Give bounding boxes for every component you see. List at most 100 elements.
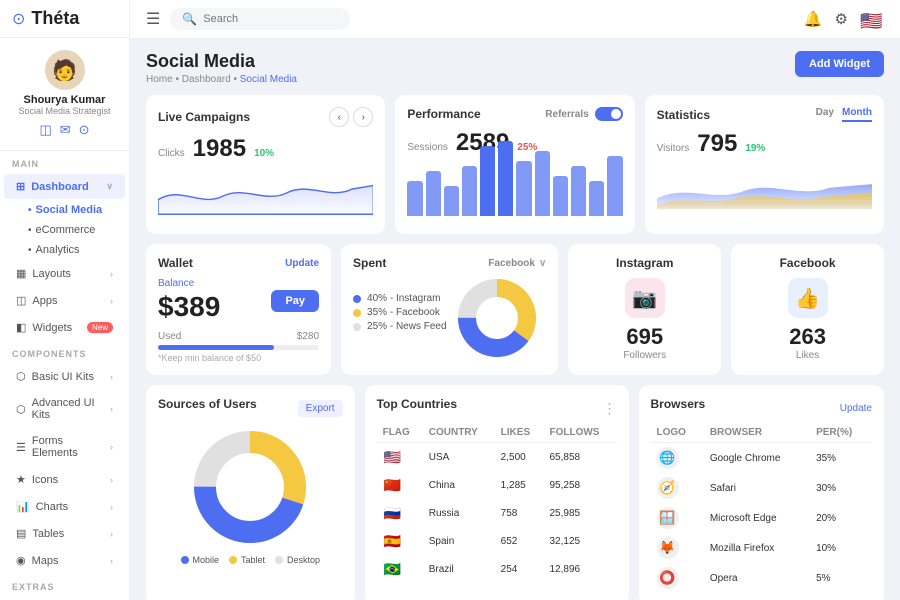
facebook-card: Facebook 👍 263 Likes (731, 244, 884, 375)
bar-0 (407, 181, 422, 216)
bar-1 (426, 171, 441, 216)
widgets-icon: ◧ (16, 321, 26, 334)
browser-pct-cell: 5% (810, 563, 872, 593)
chevron-icon: › (110, 475, 113, 485)
countries-title: Top Countries (377, 397, 457, 411)
browsers-header: Browsers Update (651, 397, 872, 419)
sidebar-item-charts[interactable]: 📊Charts › (4, 494, 125, 519)
sidebar-item-apps[interactable]: ◫Apps › (4, 288, 125, 313)
user-icon-3[interactable]: ⊙ (79, 122, 90, 138)
breadcrumb-current: Social Media (240, 74, 297, 85)
hamburger-icon[interactable]: ☰ (146, 9, 160, 29)
breadcrumb-dashboard[interactable]: Dashboard (182, 74, 231, 85)
bar-3 (462, 166, 477, 216)
adv-ui-icon: ⬡ (16, 403, 26, 416)
bell-icon[interactable]: 🔔 (804, 10, 823, 28)
sidebar-item-tables[interactable]: ▤Tables › (4, 521, 125, 546)
balance-label: Balance (158, 278, 220, 289)
more-options-icon[interactable]: ⋮ (603, 400, 617, 417)
bar-8 (553, 176, 568, 216)
sidebar-item-basic-ui[interactable]: ⬡Basic UI Kits › (4, 364, 125, 389)
sidebar-item-dashboard[interactable]: ⊞Dashboard ∨ (4, 174, 125, 199)
sources-card: Sources of Users Export Mobile (146, 385, 355, 600)
browser-logo-cell: 🦊 (651, 533, 704, 563)
chevron-icon: › (110, 296, 113, 306)
sidebar-item-forms[interactable]: ☰Forms Elements › (4, 429, 125, 465)
legend-newsfeed: 25% - News Feed (353, 321, 446, 332)
breadcrumb-home[interactable]: Home (146, 74, 173, 85)
bar-4 (480, 146, 495, 216)
col-follows: FOLLOWS (543, 423, 616, 443)
sidebar-section-main: MAIN (0, 151, 129, 173)
sidebar-item-icons[interactable]: ★Icons › (4, 467, 125, 492)
pay-button[interactable]: Pay (271, 290, 319, 312)
user-icon-1[interactable]: ◫ (39, 122, 51, 138)
instagram-card: Instagram 📷 695 Followers (568, 244, 721, 375)
browsers-card: Browsers Update LOGO BROWSER PER(%) 🌐 Go… (639, 385, 884, 600)
performance-metrics: Sessions 2589 25% (407, 129, 622, 157)
sidebar-item-maps[interactable]: ◉Maps › (4, 548, 125, 573)
used-label: Used $280 (158, 331, 319, 342)
legend-tablet: Tablet (229, 555, 265, 565)
tab-day[interactable]: Day (816, 107, 834, 122)
instagram-stats: 695 Followers (580, 324, 709, 361)
flag-cell: 🇷🇺 (377, 499, 423, 527)
chevron-icon: ∨ (106, 181, 113, 192)
sidebar-item-social-media[interactable]: Social Media (0, 200, 129, 220)
sidebar-item-ecommerce[interactable]: eCommerce (0, 220, 129, 240)
likes-cell: 1,285 (495, 471, 544, 499)
tab-month[interactable]: Month (842, 107, 872, 122)
browsers-table: LOGO BROWSER PER(%) 🌐 Google Chrome 35% … (651, 423, 872, 593)
next-button[interactable]: › (353, 107, 373, 127)
browser-pct-cell: 10% (810, 533, 872, 563)
browsers-update[interactable]: Update (840, 403, 872, 414)
referrals-toggle[interactable] (595, 107, 623, 121)
col-likes: LIKES (495, 423, 544, 443)
spent-legend: 40% - Instagram 35% - Facebook 25% - New… (353, 293, 446, 335)
search-input[interactable] (203, 13, 323, 25)
add-widget-button[interactable]: Add Widget (795, 51, 884, 77)
chevron-icon: › (110, 556, 113, 566)
country-cell: Spain (423, 527, 495, 555)
bar-chart (407, 161, 622, 216)
forms-icon: ☰ (16, 441, 26, 454)
flag-cell: 🇧🇷 (377, 555, 423, 583)
sidebar: ⊙ Théta 🧑 Shourya Kumar Social Media Str… (0, 0, 130, 600)
table-row: 🇧🇷 Brazil 254 12,896 (377, 555, 617, 583)
page-header: Social Media Home • Dashboard • Social M… (146, 51, 884, 85)
dropdown-icon[interactable]: ∨ (539, 258, 546, 269)
legend-instagram: 40% - Instagram (353, 293, 446, 304)
apps-icon: ◫ (16, 294, 26, 307)
page-title: Social Media (146, 51, 297, 72)
countries-header: Top Countries ⋮ (377, 397, 617, 419)
basic-ui-icon: ⬡ (16, 370, 26, 383)
prev-button[interactable]: ‹ (329, 107, 349, 127)
search-box: 🔍 (170, 8, 350, 30)
row-2: Wallet Update Balance $389 Pay Used $280 (146, 244, 884, 375)
live-campaigns-card: Live Campaigns ‹ › Clicks 1985 10% (146, 95, 385, 234)
topbar: ☰ 🔍 🔔 ⚙ 🇺🇸 (130, 0, 900, 39)
sidebar-item-advanced-ui[interactable]: ⬡Advanced UI Kits › (4, 391, 125, 427)
wallet-update[interactable]: Update (285, 258, 319, 269)
col-browser: BROWSER (704, 423, 810, 443)
campaign-metric-value: 1985 (193, 135, 246, 163)
live-campaigns-title: Live Campaigns ‹ › (158, 107, 373, 127)
flag-cell: 🇪🇸 (377, 527, 423, 555)
col-country: COUNTRY (423, 423, 495, 443)
export-button[interactable]: Export (298, 400, 343, 417)
used-progress-bar (158, 345, 319, 350)
browser-name-cell: Google Chrome (704, 443, 810, 474)
legend-desktop: Desktop (275, 555, 320, 565)
sidebar-item-layouts[interactable]: ▦Layouts › (4, 261, 125, 286)
follows-cell: 32,125 (543, 527, 616, 555)
settings-icon[interactable]: ⚙ (835, 10, 848, 28)
user-icon-2[interactable]: ✉ (60, 122, 71, 138)
flag-icon[interactable]: 🇺🇸 (860, 11, 884, 27)
likes-cell: 652 (495, 527, 544, 555)
row-1: Live Campaigns ‹ › Clicks 1985 10% (146, 95, 884, 234)
legend-facebook: 35% - Facebook (353, 307, 446, 318)
row-3: Sources of Users Export Mobile (146, 385, 884, 600)
sidebar-item-widgets[interactable]: ◧Widgets New (4, 315, 125, 340)
flag-cell: 🇨🇳 (377, 471, 423, 499)
sidebar-item-analytics[interactable]: Analytics (0, 240, 129, 260)
